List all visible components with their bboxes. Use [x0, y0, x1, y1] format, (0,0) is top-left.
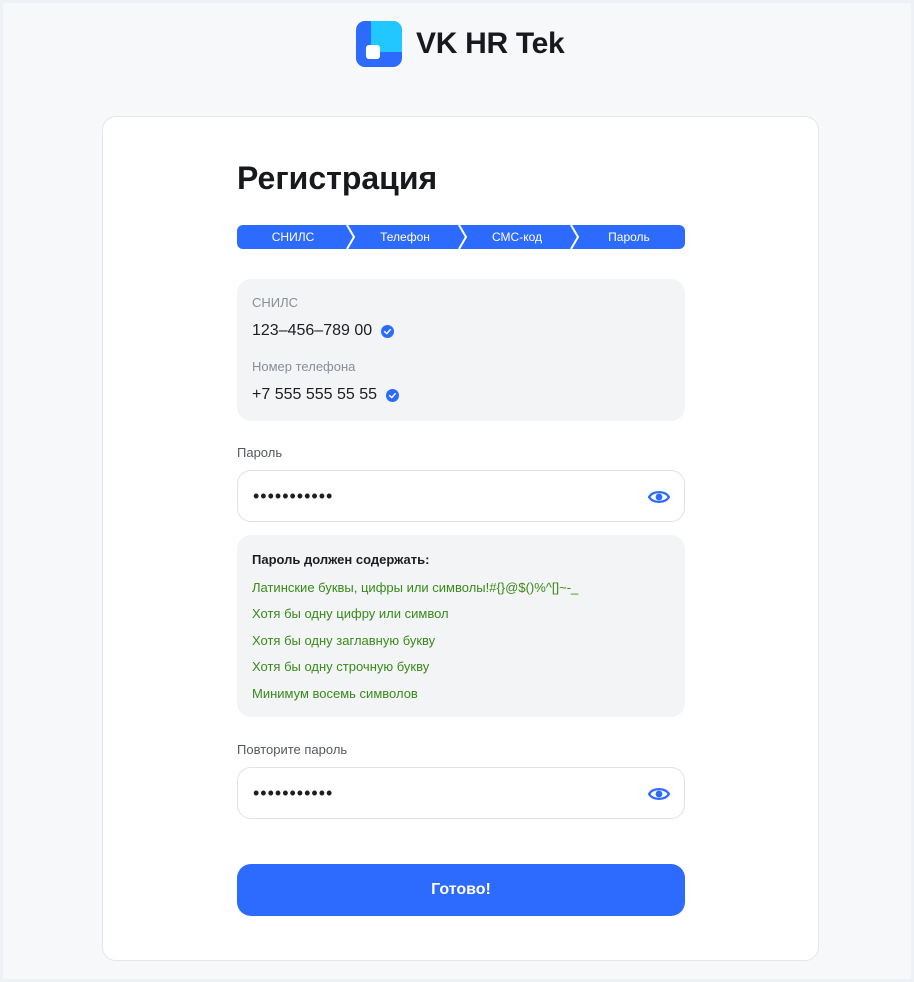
- check-circle-icon: [386, 388, 400, 402]
- snils-value-row: 123–456–789 00: [252, 322, 395, 340]
- snils-value: 123–456–789 00: [252, 322, 373, 339]
- password-label: Пароль: [237, 445, 283, 460]
- step-phone: Телефон: [349, 225, 468, 249]
- requirements-title: Пароль должен содержать:: [252, 552, 430, 567]
- step-password: Пароль: [573, 225, 685, 249]
- password-requirements: Пароль должен содержать: Латинские буквы…: [237, 535, 685, 717]
- chevron-right-icon: [570, 225, 580, 249]
- step-label: СНИЛС: [271, 230, 315, 244]
- chevron-right-icon: [346, 225, 356, 249]
- snils-label: СНИЛС: [252, 295, 299, 310]
- brand-logo: VK HR Tek: [356, 21, 565, 67]
- submit-button[interactable]: Готово!: [237, 864, 685, 916]
- eye-icon[interactable]: [648, 487, 670, 507]
- requirement-item: Хотя бы одну строчную букву: [252, 659, 430, 674]
- registration-card: Регистрация СНИЛС Телефон СМС-код Пароль…: [102, 116, 819, 961]
- step-label: Телефон: [380, 230, 430, 244]
- brand-name: VK HR Tek: [416, 27, 565, 60]
- confirm-password-field[interactable]: •••••••••••: [237, 767, 685, 819]
- chevron-right-icon: [458, 225, 468, 249]
- step-snils: СНИЛС: [237, 225, 356, 249]
- password-field[interactable]: •••••••••••: [237, 470, 685, 522]
- step-label: СМС-код: [492, 230, 542, 244]
- check-circle-icon: [381, 324, 395, 338]
- entered-data-summary: СНИЛС 123–456–789 00 Номер телефона +7 5…: [237, 279, 685, 421]
- vk-hr-tek-logo-icon: [356, 21, 402, 67]
- requirement-item: Хотя бы одну заглавную букву: [252, 633, 436, 648]
- page-background: VK HR Tek Регистрация СНИЛС Телефон СМС-…: [3, 3, 911, 979]
- requirement-item: Хотя бы одну цифру или символ: [252, 606, 449, 621]
- password-input-value[interactable]: •••••••••••: [253, 485, 333, 507]
- step-sms-code: СМС-код: [461, 225, 580, 249]
- phone-value: +7 555 555 55 55: [252, 386, 378, 403]
- confirm-password-input-value[interactable]: •••••••••••: [253, 782, 333, 804]
- eye-icon[interactable]: [648, 784, 670, 804]
- phone-label: Номер телефона: [252, 359, 356, 374]
- confirm-password-label: Повторите пароль: [237, 742, 348, 757]
- page-title: Регистрация: [237, 160, 438, 196]
- registration-steps: СНИЛС Телефон СМС-код Пароль: [237, 225, 685, 249]
- step-label: Пароль: [608, 230, 650, 244]
- phone-value-row: +7 555 555 55 55: [252, 386, 400, 404]
- requirement-item: Латинские буквы, цифры или символы!#{}@$…: [252, 580, 579, 595]
- requirement-item: Минимум восемь символов: [252, 686, 418, 701]
